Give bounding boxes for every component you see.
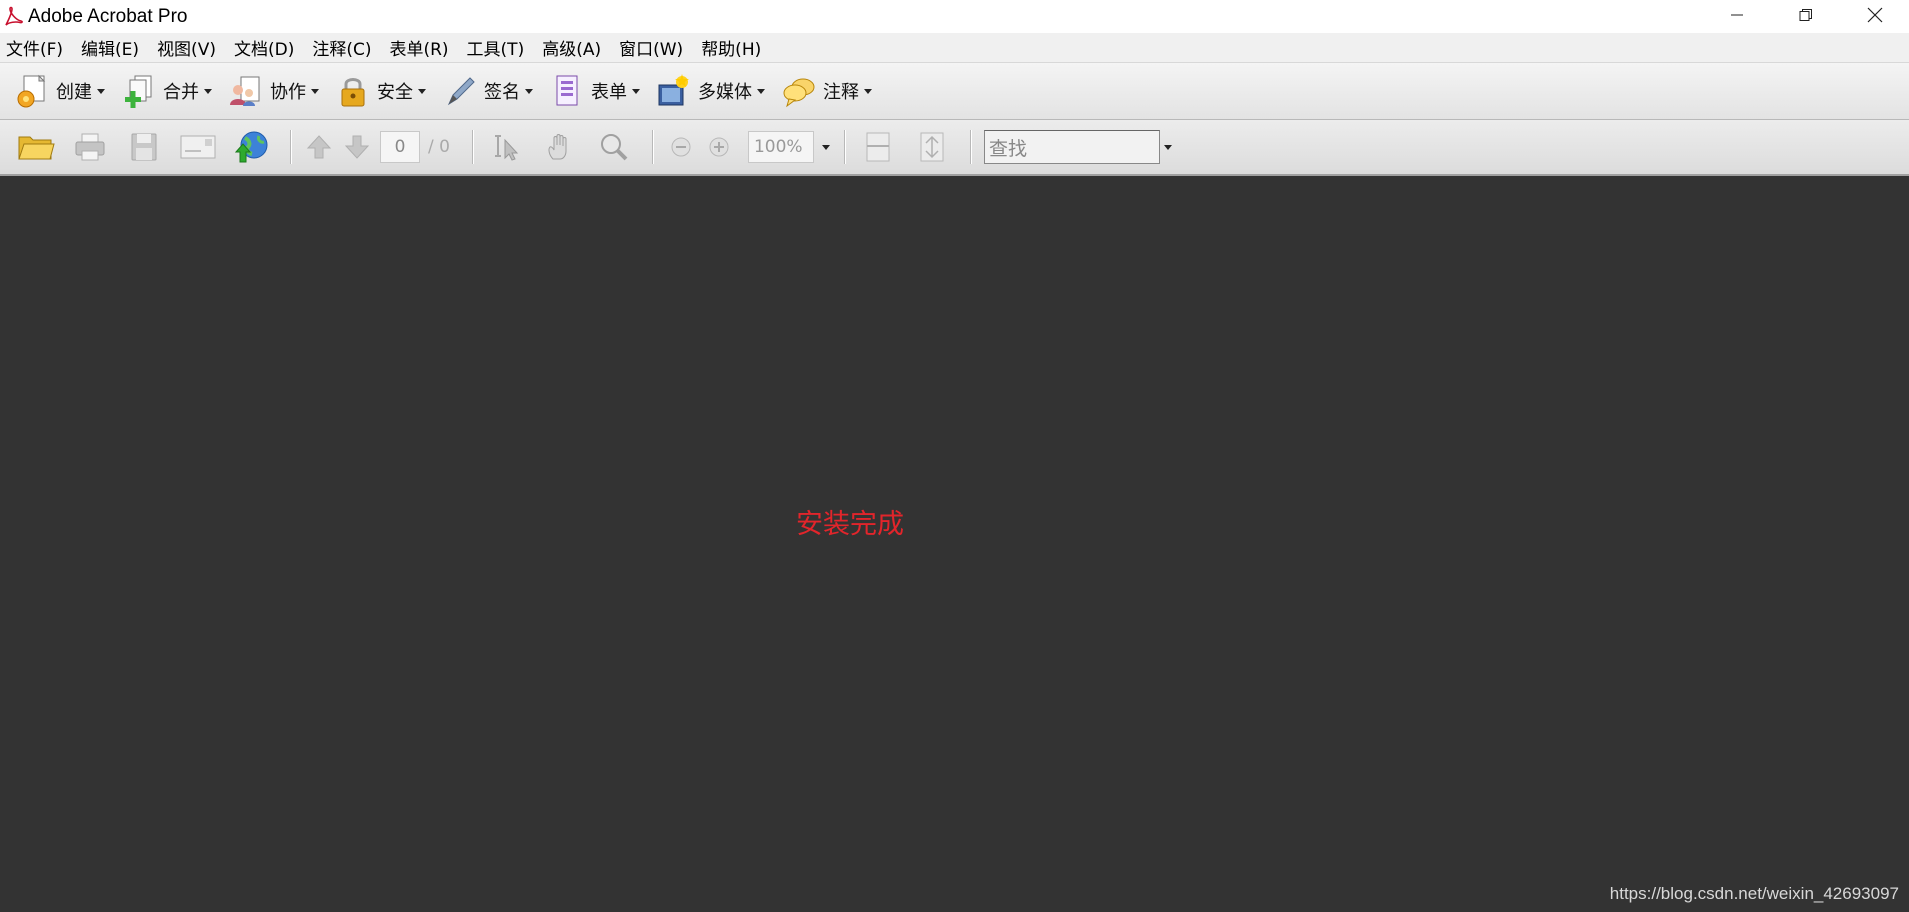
text-select-cursor-icon: [494, 135, 519, 161]
folder-open-icon: [18, 136, 55, 160]
window-controls: [1702, 0, 1909, 33]
combine-label: 合并: [163, 82, 199, 103]
arrow-down-icon: [344, 135, 370, 159]
menu-tools[interactable]: 工具(T): [464, 35, 535, 60]
arrow-up-icon: [306, 135, 332, 159]
chevron-down-icon: [525, 88, 533, 94]
fit-page-button[interactable]: [908, 125, 956, 169]
menu-advanced[interactable]: 高级(A): [539, 35, 611, 60]
menu-edit[interactable]: 编辑(E): [78, 35, 149, 60]
install-complete-message: 安装完成: [796, 509, 904, 540]
envelope-icon: [180, 135, 216, 159]
find-input[interactable]: 查找: [983, 130, 1160, 164]
zoom-level-input[interactable]: 100%: [747, 131, 814, 163]
select-tool-button[interactable]: [482, 125, 530, 169]
title-bar: Adobe Acrobat Pro: [0, 0, 1909, 33]
zoom-dropdown-chevron-down-icon[interactable]: [821, 144, 830, 150]
combine-icon: [121, 73, 157, 109]
menu-file[interactable]: 文件(F): [3, 35, 73, 60]
forms-button[interactable]: 表单: [549, 69, 640, 113]
form-icon: [549, 73, 585, 109]
collaborate-button[interactable]: 协作: [228, 69, 319, 113]
chevron-down-icon: [204, 88, 212, 94]
zoom-out-button[interactable]: [662, 125, 700, 169]
chevron-down-icon: [864, 88, 872, 94]
window-title: Adobe Acrobat Pro: [28, 5, 188, 27]
previous-page-button[interactable]: [300, 125, 338, 169]
tasks-toolbar: 创建 合并 协作 安全 签名 表单 多媒体 注释: [0, 63, 1909, 120]
email-button[interactable]: [174, 125, 222, 169]
menu-view[interactable]: 视图(V): [154, 35, 226, 60]
zoom-out-icon: [671, 137, 691, 157]
zoom-in-button[interactable]: [700, 125, 738, 169]
open-button[interactable]: [12, 125, 60, 169]
toolbar-separator: [969, 130, 972, 164]
comment-label: 注释: [823, 82, 859, 103]
forms-label: 表单: [591, 82, 627, 103]
document-pane[interactable]: 安装完成 https://blog.csdn.net/weixin_426930…: [0, 178, 1909, 912]
fit-page-icon: [920, 132, 944, 162]
page-total: / 0: [428, 137, 450, 157]
watermark-url: https://blog.csdn.net/weixin_42693097: [1609, 884, 1899, 903]
chevron-down-icon: [418, 88, 426, 94]
magnifier-icon: [600, 134, 628, 161]
comment-icon: [781, 73, 817, 109]
minimize-button[interactable]: [1702, 0, 1771, 30]
collaborate-icon: [228, 73, 264, 109]
multimedia-label: 多媒体: [698, 82, 752, 103]
create-label: 创建: [56, 82, 92, 103]
zoom-tool-button[interactable]: [590, 125, 638, 169]
chevron-down-icon: [632, 88, 640, 94]
menu-bar: 文件(F) 编辑(E) 视图(V) 文档(D) 注释(C) 表单(R) 工具(T…: [0, 33, 1909, 63]
toolbar-separator: [290, 130, 292, 164]
multimedia-button[interactable]: 多媒体: [656, 69, 765, 113]
save-disk-icon: [131, 133, 157, 161]
hand-tool-button[interactable]: [536, 125, 584, 169]
multimedia-icon: [656, 73, 692, 109]
menu-forms[interactable]: 表单(R): [386, 35, 458, 60]
secure-button[interactable]: 安全: [335, 69, 426, 113]
printer-icon: [75, 133, 105, 161]
globe-upload-icon: [234, 131, 268, 163]
save-button[interactable]: [120, 125, 168, 169]
acrobat-logo-icon: [2, 6, 24, 28]
sign-label: 签名: [484, 82, 520, 103]
lock-icon: [335, 73, 371, 109]
next-page-button[interactable]: [338, 125, 376, 169]
comment-button[interactable]: 注释: [781, 69, 872, 113]
chevron-down-icon: [311, 88, 319, 94]
toolbar-separator: [843, 130, 846, 164]
menu-window[interactable]: 窗口(W): [616, 35, 693, 60]
create-gear-icon: [14, 73, 50, 109]
restore-button[interactable]: [1771, 0, 1840, 30]
create-button[interactable]: 创建: [14, 69, 105, 113]
pen-icon: [442, 73, 478, 109]
close-icon: [1867, 7, 1882, 23]
minimize-icon: [1730, 14, 1743, 16]
find-options-chevron-down-icon[interactable]: [1163, 144, 1172, 150]
close-button[interactable]: [1840, 0, 1909, 30]
menu-comments[interactable]: 注释(C): [309, 35, 381, 60]
menu-document[interactable]: 文档(D): [231, 35, 304, 60]
sign-button[interactable]: 签名: [442, 69, 533, 113]
fit-width-icon: [866, 132, 890, 162]
page-number-input[interactable]: 0: [380, 131, 420, 163]
chevron-down-icon: [757, 88, 765, 94]
menu-help[interactable]: 帮助(H): [698, 35, 771, 60]
fit-width-button[interactable]: [854, 125, 902, 169]
toolbar-separator: [471, 130, 474, 164]
hand-icon: [548, 134, 567, 160]
chevron-down-icon: [97, 88, 105, 94]
zoom-in-icon: [709, 137, 729, 157]
collaborate-label: 协作: [270, 82, 306, 103]
combine-button[interactable]: 合并: [121, 69, 212, 113]
restore-icon: [1799, 9, 1812, 21]
toolbar-separator: [651, 130, 654, 164]
upload-web-button[interactable]: [228, 125, 276, 169]
print-button[interactable]: [66, 125, 114, 169]
file-toolbar: 0 / 0 100% 查找: [0, 120, 1909, 176]
secure-label: 安全: [377, 82, 413, 103]
